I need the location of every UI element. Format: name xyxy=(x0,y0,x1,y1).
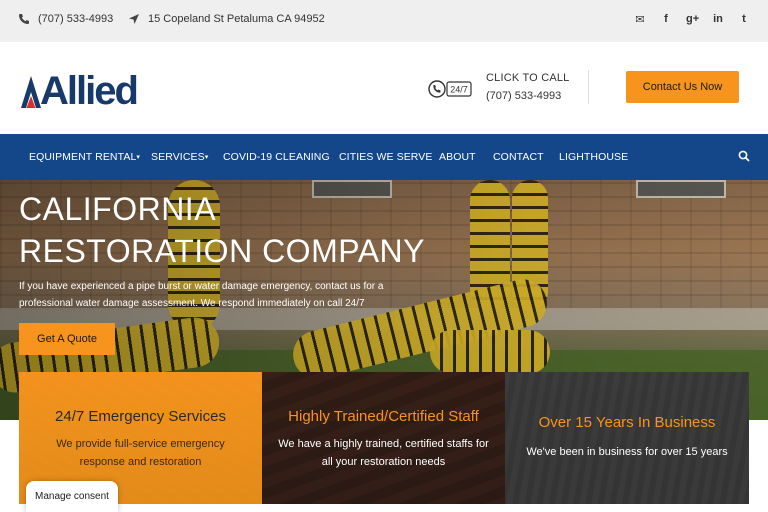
location-arrow-icon xyxy=(129,14,139,24)
search-icon[interactable] xyxy=(738,150,750,162)
nav-item-covid-cleaning[interactable]: COVID-19 CLEANING xyxy=(223,151,330,163)
caret-down-icon: ▾ xyxy=(136,154,141,161)
feature-title: 24/7 Emergency Services xyxy=(55,408,226,425)
call-badge-text: 24/7 xyxy=(450,85,468,95)
feature-text: We've been in business for over 15 years xyxy=(526,446,728,458)
feature-text: We provide full-service emergency respon… xyxy=(56,438,225,468)
site-header: Allied 24/7 CLICK TO CALL (707) 533-4993… xyxy=(0,42,768,134)
linkedin-icon[interactable]: in xyxy=(712,13,724,26)
google-plus-icon[interactable]: g+ xyxy=(686,13,699,26)
phone-icon xyxy=(19,14,29,24)
nav-item-equipment-rental[interactable]: EQUIPMENT RENTAL▾ xyxy=(29,151,140,163)
hero-title: CALIFORNIA RESTORATION COMPANY xyxy=(19,188,425,272)
contact-us-button[interactable]: Contact Us Now xyxy=(626,71,739,103)
header-phone-number[interactable]: (707) 533-4993 xyxy=(486,90,561,102)
nav-item-cities-we-serve[interactable]: CITIES WE SERVE xyxy=(339,151,433,163)
nav-item-label: EQUIPMENT RENTAL xyxy=(29,151,137,163)
topbar-phone-text: (707) 533-4993 xyxy=(38,13,114,25)
nav-item-label: SERVICES xyxy=(151,151,205,163)
click-to-call-label: CLICK TO CALL xyxy=(486,72,570,84)
twitter-icon[interactable]: t xyxy=(738,13,750,26)
call-24-7-icon[interactable]: 24/7 xyxy=(428,79,472,99)
hero-title-line: CALIFORNIA xyxy=(19,191,217,227)
caret-down-icon: ▾ xyxy=(204,154,209,161)
hero-title-line: RESTORATION COMPANY xyxy=(19,233,425,269)
topbar-address[interactable]: 15 Copeland St Petaluma CA 94952 xyxy=(128,13,325,25)
nav-item-about[interactable]: ABOUT xyxy=(439,151,476,163)
hero-description: If you have experienced a pipe burst or … xyxy=(19,281,384,309)
main-nav: EQUIPMENT RENTAL▾ SERVICES▾ COVID-19 CLE… xyxy=(0,134,768,180)
nav-item-lighthouse[interactable]: LIGHTHOUSE xyxy=(559,151,628,163)
feature-text: We have a highly trained, certified staf… xyxy=(278,438,489,468)
nav-item-services[interactable]: SERVICES▾ xyxy=(151,151,208,163)
social-links: ✉ f g+ in t xyxy=(634,13,750,26)
feature-card-years-in-business[interactable]: Over 15 Years In Business We've been in … xyxy=(505,372,749,504)
top-bar: (707) 533-4993 15 Copeland St Petaluma C… xyxy=(0,0,768,42)
feature-title: Highly Trained/Certified Staff xyxy=(288,408,479,425)
logo-text: Allied xyxy=(40,69,139,113)
logo-mark-icon xyxy=(21,76,41,108)
facebook-icon[interactable]: f xyxy=(660,13,672,26)
feature-title: Over 15 Years In Business xyxy=(538,414,716,431)
topbar-address-text: 15 Copeland St Petaluma CA 94952 xyxy=(148,13,325,25)
feature-card-trained-staff[interactable]: Highly Trained/Certified Staff We have a… xyxy=(262,372,505,504)
get-a-quote-button[interactable]: Get A Quote xyxy=(19,323,115,355)
manage-consent-button[interactable]: Manage consent xyxy=(26,481,118,512)
topbar-phone[interactable]: (707) 533-4993 xyxy=(18,13,113,25)
site-logo[interactable]: Allied xyxy=(20,69,139,113)
envelope-icon[interactable]: ✉ xyxy=(634,13,646,26)
nav-item-contact[interactable]: CONTACT xyxy=(493,151,544,163)
header-divider xyxy=(588,70,589,104)
